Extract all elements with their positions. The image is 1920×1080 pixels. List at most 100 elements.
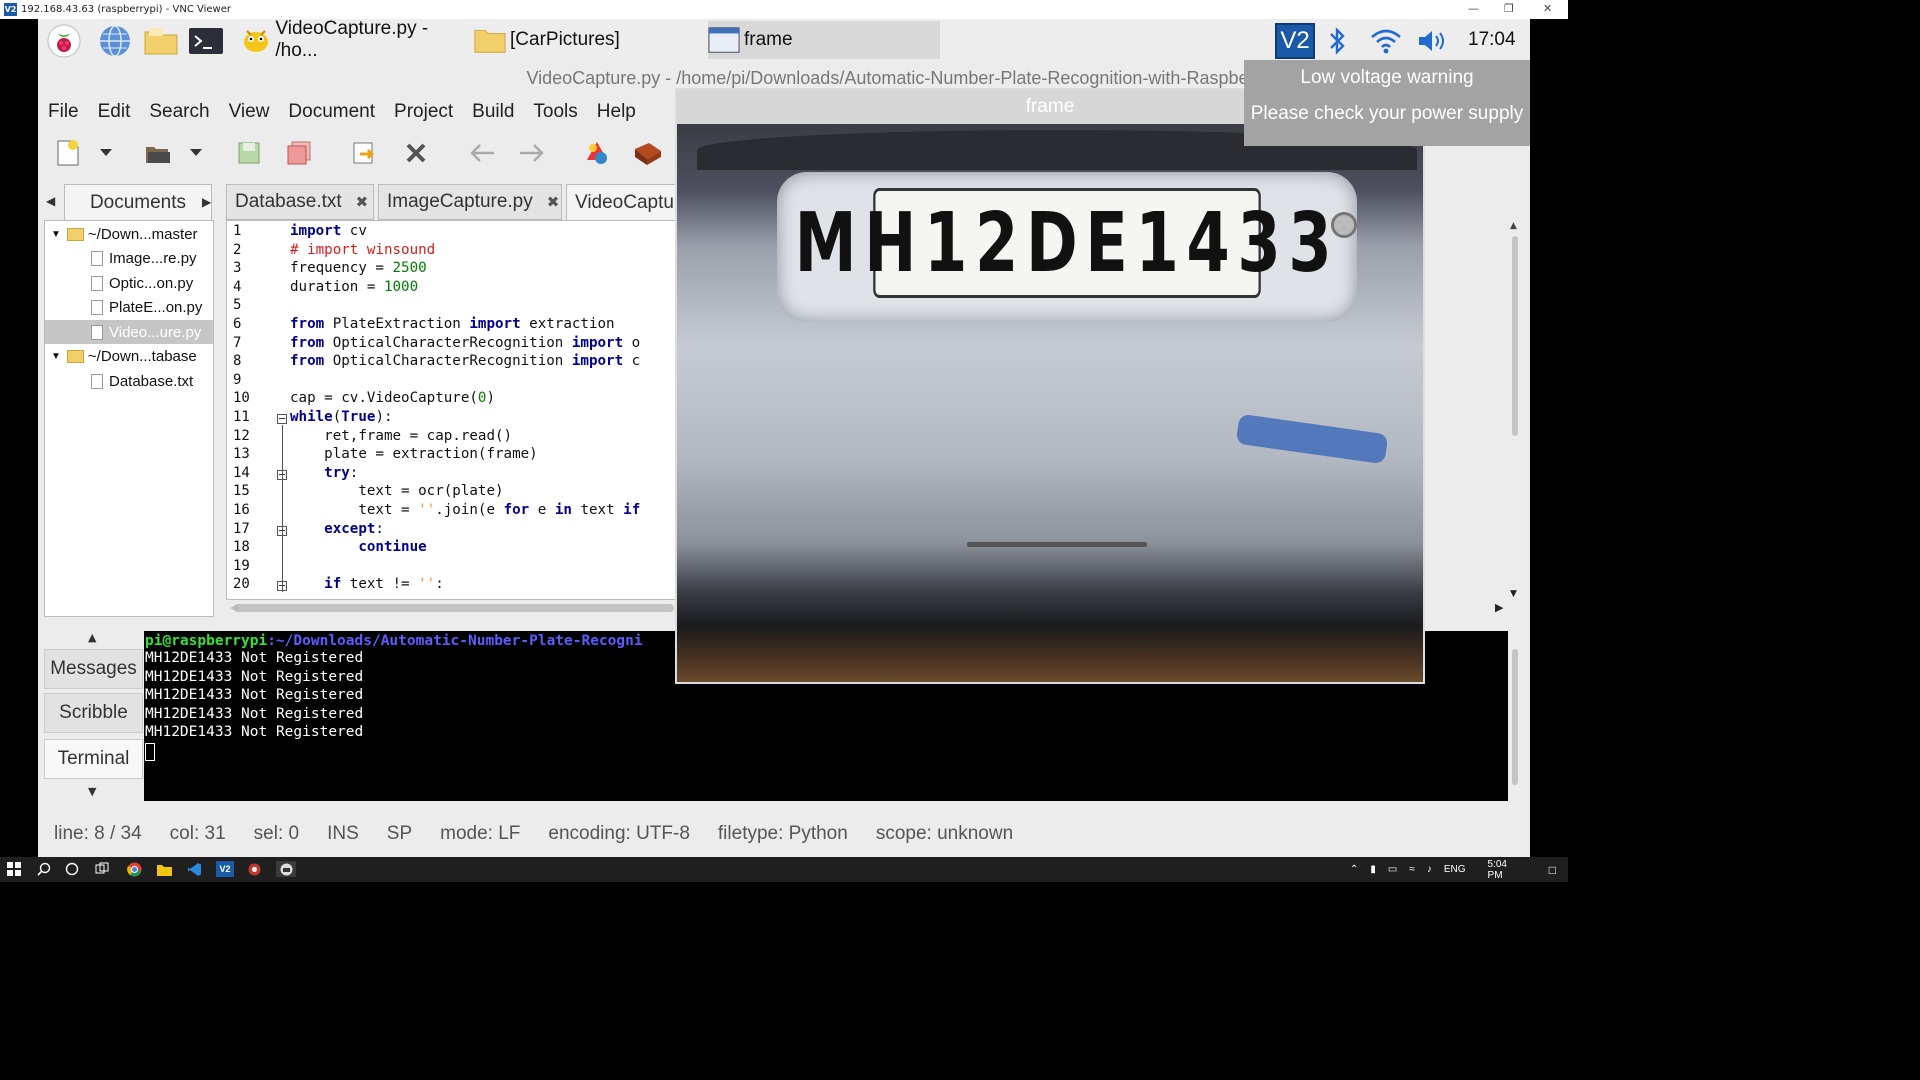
code-line[interactable]: cap = cv.VideoCapture(0) xyxy=(290,390,495,406)
scroll-left-icon[interactable]: ◀ xyxy=(230,601,238,614)
save-all-icon[interactable] xyxy=(283,137,315,169)
terminal-launcher-icon[interactable] xyxy=(186,23,226,59)
terminal-scrollbar[interactable] xyxy=(1508,631,1522,801)
code-line[interactable]: from OpticalCharacterRecognition import … xyxy=(290,353,640,369)
expander-icon[interactable]: ▼ xyxy=(51,229,61,240)
file-manager-icon[interactable] xyxy=(141,23,181,59)
build-icon[interactable] xyxy=(632,137,664,169)
menu-edit[interactable]: Edit xyxy=(98,97,131,127)
battery-icon[interactable]: ▮ xyxy=(1370,864,1376,875)
code-line[interactable]: frequency = 2500 xyxy=(290,260,427,276)
code-line[interactable]: except: xyxy=(290,521,384,537)
system-clock[interactable]: 5:04 PM xyxy=(1488,859,1521,881)
code-line[interactable]: ret,frame = cap.read() xyxy=(290,428,512,444)
menu-build[interactable]: Build xyxy=(472,97,514,127)
menu-file[interactable]: File xyxy=(48,97,79,127)
new-file-icon[interactable] xyxy=(52,137,84,169)
speaker-icon[interactable]: ♪ xyxy=(1427,864,1432,875)
tab-scribble[interactable]: Scribble xyxy=(44,693,143,733)
scrollbar-thumb[interactable] xyxy=(1512,649,1518,785)
tab-database-txt[interactable]: Database.txt ✖ xyxy=(226,184,374,220)
task-frame[interactable]: frame xyxy=(708,21,940,59)
tree-folder-master[interactable]: ▼ ~/Down...master xyxy=(51,222,198,246)
code-line[interactable]: continue xyxy=(290,539,426,555)
usb-icon[interactable]: ▭ xyxy=(1388,864,1397,875)
code-line[interactable]: if text != '': xyxy=(290,576,444,592)
tree-file[interactable]: Image...re.py xyxy=(91,246,197,270)
search-icon[interactable] xyxy=(36,861,52,877)
vnc-server-tray-icon[interactable]: V2 xyxy=(1274,23,1316,59)
task-carpictures[interactable]: [CarPictures] xyxy=(474,21,704,59)
vnc-viewer-taskbar-icon[interactable]: V2 xyxy=(216,861,234,877)
task-view-icon[interactable] xyxy=(94,861,110,877)
scroll-down-icon[interactable]: ▼ xyxy=(88,785,96,798)
clock[interactable]: 17:04 xyxy=(1468,29,1516,51)
new-dropdown-icon[interactable] xyxy=(98,137,114,169)
menu-help[interactable]: Help xyxy=(597,97,636,127)
menu-search[interactable]: Search xyxy=(149,97,209,127)
fold-marker-icon[interactable] xyxy=(277,414,287,424)
close-icon[interactable]: ✕ xyxy=(1543,2,1552,15)
menu-project[interactable]: Project xyxy=(394,97,453,127)
web-browser-icon[interactable] xyxy=(95,23,135,59)
tab-documents[interactable]: Documents xyxy=(64,184,212,220)
network-icon[interactable]: ≈ xyxy=(1409,864,1415,875)
cortana-icon[interactable] xyxy=(64,861,80,877)
tab-imagecapture[interactable]: ImageCapture.py ✖ xyxy=(378,184,562,220)
tree-file[interactable]: Optic...on.py xyxy=(91,271,193,295)
expander-icon[interactable]: ▼ xyxy=(51,351,61,362)
close-file-icon[interactable] xyxy=(400,137,432,169)
bluetooth-icon[interactable] xyxy=(1325,23,1349,59)
notifications-icon[interactable]: □ xyxy=(1549,863,1556,877)
task-geany[interactable]: VideoCapture.py - /ho... xyxy=(240,19,472,61)
chevron-left-icon[interactable]: ◀ xyxy=(46,194,55,208)
wifi-icon[interactable] xyxy=(1369,23,1403,59)
raspberry-menu-icon[interactable] xyxy=(44,23,84,59)
minimize-icon[interactable]: — xyxy=(1468,2,1479,15)
language-indicator[interactable]: ENG xyxy=(1444,864,1466,875)
frame-window[interactable]: frame MH12DE1433 xyxy=(675,88,1425,684)
code-line[interactable]: from OpticalCharacterRecognition import … xyxy=(290,335,640,351)
code-line[interactable]: text = ''.join(e for e in text if xyxy=(290,502,640,518)
back-arrow-icon[interactable] xyxy=(466,137,498,169)
scroll-right-icon[interactable]: ▶ xyxy=(1495,601,1503,614)
tree-file[interactable]: PlateE...on.py xyxy=(91,295,202,319)
active-app-icon[interactable] xyxy=(276,861,296,877)
windows-start-icon[interactable] xyxy=(6,861,22,877)
vscode-icon[interactable] xyxy=(186,861,202,877)
scroll-up-icon[interactable]: ▲ xyxy=(1510,221,1517,231)
revert-icon[interactable] xyxy=(348,137,380,169)
code-line[interactable]: duration = 1000 xyxy=(290,279,418,295)
code-line[interactable]: from PlateExtraction import extraction xyxy=(290,316,615,332)
volume-icon[interactable] xyxy=(1416,23,1450,59)
code-line[interactable]: plate = extraction(frame) xyxy=(290,446,538,462)
code-line[interactable]: try: xyxy=(290,465,358,481)
open-file-icon[interactable] xyxy=(142,137,174,169)
tree-file-selected[interactable]: Video...ure.py xyxy=(45,320,213,344)
scroll-down-icon[interactable]: ▼ xyxy=(1510,589,1517,599)
compile-icon[interactable] xyxy=(582,137,614,169)
code-line[interactable]: # import winsound xyxy=(290,242,435,258)
tree-file[interactable]: Database.txt xyxy=(91,369,193,393)
scroll-up-icon[interactable]: ▲ xyxy=(88,631,96,644)
close-tab-icon[interactable]: ✖ xyxy=(547,193,560,211)
app-icon[interactable] xyxy=(246,861,262,877)
code-line[interactable]: while(True): xyxy=(290,409,393,425)
chrome-icon[interactable] xyxy=(126,861,142,877)
editor-horizontal-scrollbar[interactable] xyxy=(226,600,676,616)
file-explorer-icon[interactable] xyxy=(156,861,172,877)
code-line[interactable]: text = ocr(plate) xyxy=(290,483,503,499)
open-dropdown-icon[interactable] xyxy=(188,137,204,169)
tree-folder-database[interactable]: ▼ ~/Down...tabase xyxy=(51,344,197,368)
tray-chevron-up-icon[interactable]: ⌃ xyxy=(1350,864,1358,875)
scrollbar-thumb[interactable] xyxy=(1512,236,1518,436)
tab-messages[interactable]: Messages xyxy=(44,649,143,689)
menu-tools[interactable]: Tools xyxy=(533,97,577,127)
scrollbar-thumb[interactable] xyxy=(234,604,674,612)
editor-vertical-scrollbar[interactable]: ▲ ▼ xyxy=(1508,220,1522,600)
close-tab-icon[interactable]: ✖ xyxy=(356,193,369,211)
forward-arrow-icon[interactable] xyxy=(516,137,548,169)
menu-view[interactable]: View xyxy=(229,97,270,127)
restore-icon[interactable]: ❐ xyxy=(1504,2,1514,15)
chevron-right-icon[interactable]: ▶ xyxy=(202,195,211,209)
